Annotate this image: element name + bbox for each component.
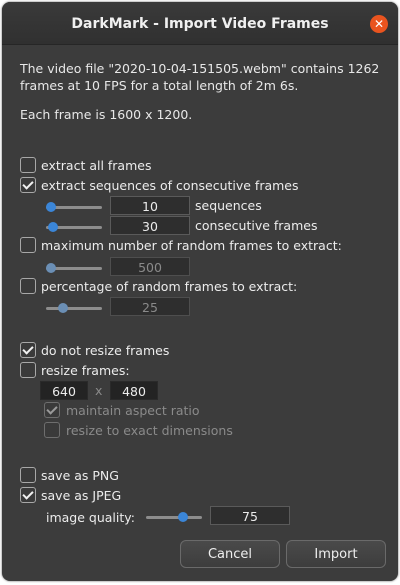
save-as-png-checkbox[interactable] — [20, 467, 36, 483]
sequences-slider-thumb[interactable] — [46, 202, 56, 212]
save-as-png-label: save as PNG — [41, 468, 119, 483]
max-random-slider-thumb[interactable] — [46, 263, 56, 273]
save-as-jpeg-checkbox[interactable] — [20, 487, 36, 503]
resize-width-field[interactable]: 640 — [40, 381, 88, 400]
cancel-button[interactable]: Cancel — [180, 540, 280, 568]
image-quality-label: image quality: — [46, 510, 135, 525]
import-button[interactable]: Import — [286, 540, 386, 568]
exact-dimensions-checkbox[interactable] — [44, 422, 60, 438]
video-info-text: The video file "2020-10-04-151505.webm" … — [20, 61, 380, 93]
window-title: DarkMark - Import Video Frames — [71, 16, 329, 32]
image-quality-slider-track — [146, 516, 202, 519]
consecutive-frames-field[interactable]: 30 — [110, 216, 190, 235]
percentage-slider-thumb[interactable] — [58, 303, 68, 313]
maintain-aspect-ratio-checkbox[interactable] — [44, 402, 60, 418]
save-as-jpeg-label: save as JPEG — [41, 488, 122, 503]
consecutive-frames-slider[interactable] — [46, 220, 102, 234]
frame-size-text: Each frame is 1600 x 1200. — [20, 107, 193, 122]
extract-all-frames-checkbox[interactable] — [20, 157, 36, 173]
consecutive-frames-label: consecutive frames — [195, 218, 318, 233]
max-random-frames-checkbox[interactable] — [20, 237, 36, 253]
max-random-frames-label: maximum number of random frames to extra… — [41, 238, 342, 253]
extract-sequences-label: extract sequences of consecutive frames — [41, 178, 299, 193]
extract-sequences-checkbox[interactable] — [20, 177, 36, 193]
do-not-resize-checkbox[interactable] — [20, 342, 36, 358]
image-quality-slider-thumb[interactable] — [178, 512, 188, 522]
resize-frames-checkbox[interactable] — [20, 362, 36, 378]
image-quality-field[interactable]: 75 — [210, 506, 290, 525]
extract-all-frames-label: extract all frames — [41, 158, 152, 173]
max-random-frames-field[interactable]: 500 — [110, 257, 190, 276]
percentage-random-slider[interactable] — [46, 301, 102, 315]
import-video-frames-dialog: DarkMark - Import Video Frames ✕ The vid… — [2, 2, 398, 581]
close-icon[interactable]: ✕ — [370, 15, 388, 33]
sequences-slider[interactable] — [46, 200, 102, 214]
image-quality-slider[interactable] — [146, 510, 202, 524]
maintain-aspect-ratio-label: maintain aspect ratio — [66, 403, 200, 418]
consecutive-slider-thumb[interactable] — [48, 222, 58, 232]
exact-dimensions-label: resize to exact dimensions — [66, 423, 233, 438]
sequences-label: sequences — [195, 198, 262, 213]
max-random-slider[interactable] — [46, 261, 102, 275]
sequences-count-field[interactable]: 10 — [110, 196, 190, 215]
title-bar[interactable]: DarkMark - Import Video Frames ✕ — [2, 2, 398, 45]
do-not-resize-label: do not resize frames — [41, 343, 170, 358]
percentage-random-frames-field[interactable]: 25 — [110, 297, 190, 316]
percentage-random-frames-checkbox[interactable] — [20, 278, 36, 294]
resize-frames-label: resize frames: — [41, 363, 130, 378]
percentage-slider-track — [46, 307, 102, 310]
resize-height-field[interactable]: 480 — [110, 381, 158, 400]
percentage-random-frames-label: percentage of random frames to extract: — [41, 279, 298, 294]
dimension-separator: x — [95, 383, 103, 398]
